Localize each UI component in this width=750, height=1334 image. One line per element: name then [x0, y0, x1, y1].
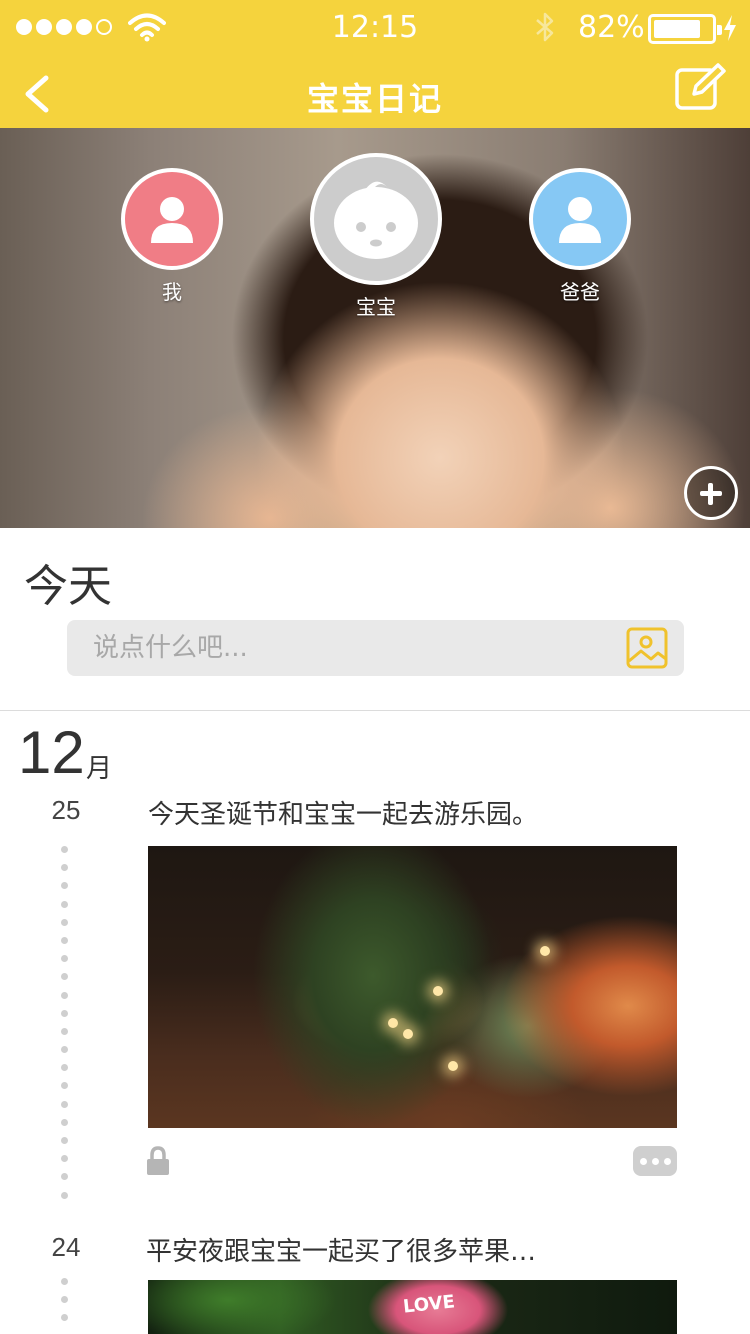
avatar	[529, 168, 631, 270]
profile-name: 爸爸	[560, 280, 600, 304]
more-button[interactable]	[633, 1146, 677, 1176]
entry-photo[interactable]: LOVE	[148, 1280, 677, 1334]
battery-level-fill	[654, 20, 700, 38]
person-icon	[559, 197, 601, 243]
photo-caption: LOVE	[402, 1291, 456, 1318]
battery-percent: 82%	[578, 10, 645, 45]
profile-name: 我	[162, 280, 182, 304]
lock-icon[interactable]	[146, 1146, 170, 1176]
back-button[interactable]	[18, 72, 58, 116]
profile-baby[interactable]: 宝宝	[309, 153, 443, 320]
avatar	[121, 168, 223, 270]
baby-face-icon	[334, 181, 418, 259]
battery-icon	[648, 14, 722, 44]
avatar	[310, 153, 442, 285]
profile-name: 宝宝	[356, 295, 396, 319]
month-unit: 月	[86, 754, 113, 784]
today-heading: 今天	[24, 561, 112, 612]
image-icon[interactable]	[626, 627, 668, 669]
profile-dad[interactable]: 爸爸	[528, 168, 632, 305]
post-input[interactable]	[67, 620, 684, 676]
page-title: 宝宝日记	[306, 80, 443, 118]
divider	[0, 710, 750, 711]
status-bar: 12:15 82%	[0, 0, 750, 54]
edit-button[interactable]	[674, 62, 726, 112]
profile-me[interactable]: 我	[120, 168, 224, 305]
add-member-button[interactable]	[684, 466, 738, 520]
entry-day: 24	[51, 1232, 81, 1262]
top-bar: 12:15 82% 宝宝日记	[0, 0, 750, 128]
person-icon	[151, 197, 193, 243]
hero-banner: 我 宝宝 爸爸	[0, 128, 750, 528]
timeline-dots	[61, 1278, 69, 1333]
timeline-dots	[61, 846, 69, 1210]
entry-text[interactable]: 今天圣诞节和宝宝一起去游乐园。	[148, 794, 538, 831]
photo-icon[interactable]	[148, 846, 677, 1128]
entry-day: 25	[51, 795, 81, 825]
charging-icon	[724, 15, 736, 41]
bluetooth-icon	[536, 12, 554, 42]
entry-text[interactable]: 平安夜跟宝宝一起买了很多苹果…	[146, 1231, 536, 1268]
month-number: 12	[18, 719, 85, 786]
